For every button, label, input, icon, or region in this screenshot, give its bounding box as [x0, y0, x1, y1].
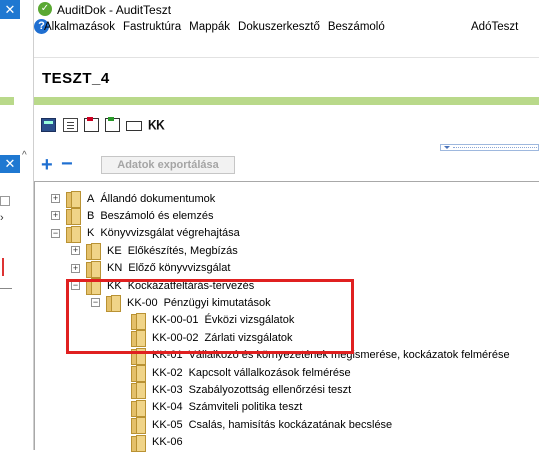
- menu-beszamolo[interactable]: Beszámoló: [328, 21, 385, 33]
- menu-items: Alkalmazások Fastruktúra Mappák Dokuszer…: [44, 21, 393, 33]
- window-title: AuditDok - AuditTeszt: [57, 3, 172, 17]
- folder-icon: [131, 434, 146, 452]
- tree-node-label: Könyvvizsgálat végrehajtása: [100, 227, 240, 240]
- folder-icon: [131, 365, 146, 382]
- menu-alkalmazasok[interactable]: Alkalmazások: [44, 21, 115, 33]
- folder-icon: [66, 208, 81, 226]
- tree-node-label: Beszámoló és elemzés: [100, 209, 214, 222]
- tree-node[interactable]: − K Könyvvizsgálat végrehajtása: [51, 225, 240, 243]
- left-panel-strip: ✕ ^ ✕ ›: [0, 0, 34, 450]
- export-data-button[interactable]: Adatok exportálása: [101, 156, 235, 174]
- calculator-icon[interactable]: [41, 118, 56, 132]
- expand-icon[interactable]: +: [71, 246, 80, 256]
- highlight-box: [66, 279, 354, 354]
- action-bar: + − Adatok exportálása: [34, 153, 539, 179]
- tree-node-label: Csalás, hamisítás kockázatának becslése: [188, 418, 393, 431]
- folder-icon: [86, 260, 101, 278]
- menu-bar: ? Alkalmazások Fastruktúra Mappák Dokusz…: [34, 19, 539, 38]
- tree-node-code: KE: [107, 244, 122, 257]
- title-bar: ✓ AuditDok - AuditTeszt: [34, 0, 539, 19]
- tree-node-code: A: [87, 192, 95, 205]
- tree-node-label: Szabályozottság ellenőrzési teszt: [188, 383, 352, 396]
- green-separator: [34, 97, 539, 105]
- panel-arrow-sliver: ›: [0, 212, 4, 224]
- app-check-icon: ✓: [38, 2, 52, 16]
- document-header: TESZT_4: [34, 57, 539, 97]
- document-icon[interactable]: [63, 118, 78, 132]
- panel-divider-sliver: [0, 288, 12, 298]
- tree-node-code: KN: [107, 262, 123, 275]
- tree-node-code: KK-02: [152, 366, 183, 379]
- tree-node-label: Állandó dokumentumok: [100, 192, 216, 205]
- tree-node[interactable]: KK-06: [131, 434, 189, 452]
- mail-icon[interactable]: [126, 121, 142, 131]
- green-tab-sliver: [0, 97, 14, 105]
- tree-node[interactable]: KK-04 Számviteli politika teszt: [131, 399, 303, 417]
- tree-node-label: Előkészítés, Megbízás: [127, 244, 238, 257]
- menu-dokuszerkeszto[interactable]: Dokuszerkesztő: [238, 21, 320, 33]
- folder-icon: [66, 191, 81, 208]
- close-panel-icon[interactable]: ✕: [0, 155, 20, 173]
- menu-fastruktura[interactable]: Fastruktúra: [123, 21, 181, 33]
- close-icon[interactable]: ✕: [0, 0, 20, 19]
- folder-icon: [131, 382, 146, 400]
- tree-node[interactable]: + KN Előző könyvvizsgálat: [71, 260, 231, 278]
- tree-node-code: KK-04: [152, 401, 183, 414]
- tree-node-code: KK-05: [152, 418, 183, 431]
- folder-icon: [131, 399, 146, 417]
- tree-node[interactable]: + A Állandó dokumentumok: [51, 190, 216, 208]
- filter-dropdown[interactable]: [440, 144, 539, 151]
- folder-icon: [66, 225, 81, 243]
- folder-icon: [131, 417, 146, 435]
- document-title: TESZT_4: [42, 70, 110, 87]
- tree-node[interactable]: + B Beszámoló és elemzés: [51, 207, 214, 226]
- tree-node-label: Számviteli politika teszt: [188, 401, 303, 414]
- toolbar: KK: [34, 113, 539, 139]
- tree-node-code: KK-03: [152, 383, 183, 396]
- plus-icon[interactable]: +: [41, 155, 53, 175]
- tree-node-code: KK-06: [152, 436, 183, 449]
- tree-node[interactable]: KK-03 Szabályozottság ellenőrzési teszt: [131, 381, 352, 400]
- expand-icon[interactable]: +: [51, 211, 60, 221]
- minus-icon[interactable]: −: [61, 154, 73, 174]
- caret-up-icon[interactable]: ^: [22, 150, 32, 161]
- expand-icon[interactable]: +: [51, 194, 60, 203]
- tree-node[interactable]: KK-02 Kapcsolt vállalkozások felmérése: [131, 364, 351, 382]
- panel-marker-sliver: [2, 258, 10, 276]
- tree-node[interactable]: KK-05 Csalás, hamisítás kockázatának becs…: [131, 416, 393, 435]
- panel-checkbox-sliver[interactable]: [0, 196, 10, 206]
- folder-icon: [86, 243, 101, 261]
- tree-node-label: Kapcsolt vállalkozások felmérése: [188, 366, 351, 379]
- open-document-red-icon[interactable]: [84, 117, 99, 132]
- tree-node-code: B: [87, 209, 95, 222]
- collapse-icon[interactable]: −: [51, 228, 60, 238]
- open-document-green-icon[interactable]: [105, 117, 120, 132]
- tree-node-label: Előző könyvvizsgálat: [128, 262, 231, 275]
- menu-adoteszt[interactable]: AdóTeszt: [471, 21, 518, 33]
- expand-icon[interactable]: +: [71, 263, 80, 273]
- tree-node[interactable]: + KE Előkészítés, Megbízás: [71, 242, 238, 261]
- kk-button[interactable]: KK: [148, 117, 165, 133]
- menu-mappak[interactable]: Mappák: [189, 21, 230, 33]
- tree-node-code: K: [87, 227, 95, 240]
